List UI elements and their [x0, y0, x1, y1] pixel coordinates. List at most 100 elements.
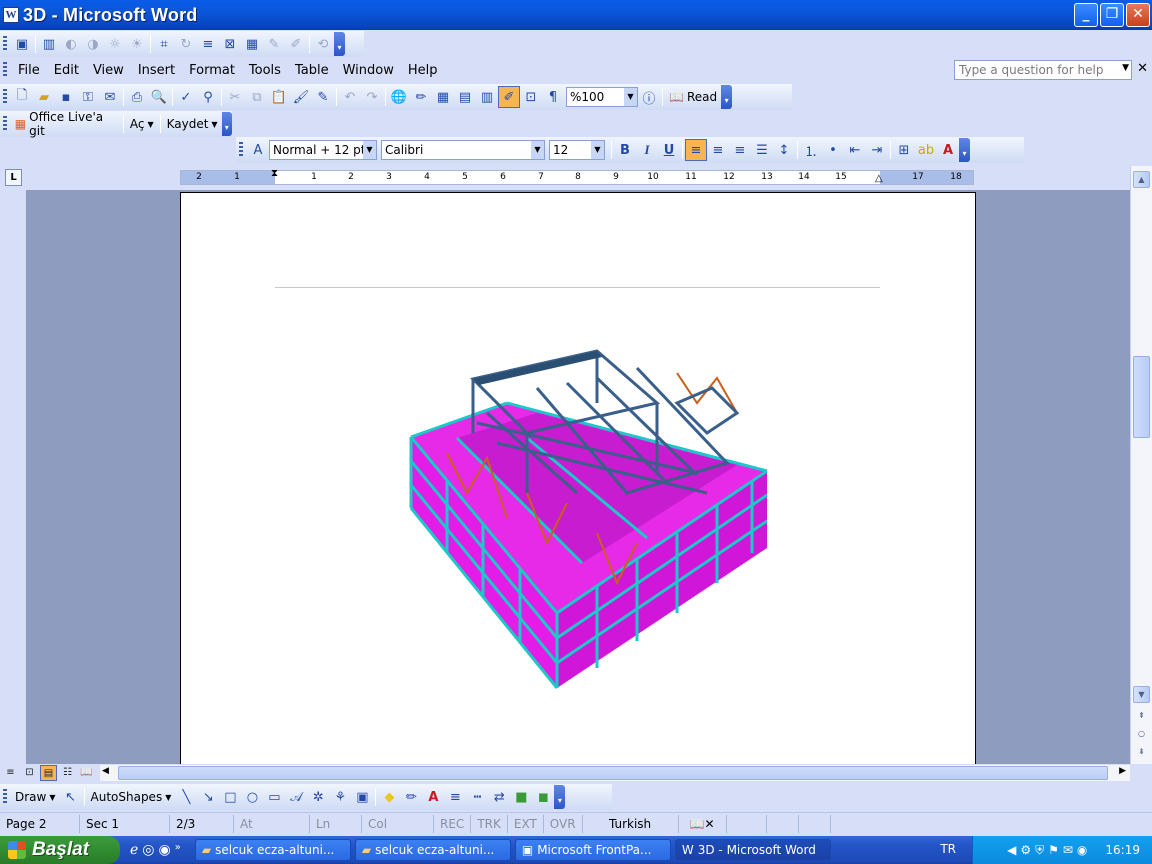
help-search-input[interactable]: Type a question for help ▼	[954, 60, 1132, 80]
format-picture-icon[interactable]: ✎	[263, 33, 285, 55]
language-indicator[interactable]: TR	[940, 842, 956, 856]
outline-view-icon[interactable]: ☷	[59, 765, 76, 781]
reset-picture-icon[interactable]: ⟲	[312, 33, 334, 55]
insert-excel-icon[interactable]: ▤	[454, 86, 476, 108]
toolbar-grip[interactable]	[239, 142, 243, 158]
autoshapes-menu-button[interactable]: AutoShapes ▼	[87, 786, 176, 808]
contrast-less-icon[interactable]: ◑	[82, 33, 104, 55]
scroll-left-button[interactable]: ◀	[102, 766, 109, 776]
italic-button[interactable]: I	[636, 139, 658, 161]
menu-tools[interactable]: Tools	[242, 63, 288, 78]
scroll-right-button[interactable]: ▶	[1119, 766, 1126, 776]
indent-marker-icon[interactable]: ⧗	[271, 168, 278, 179]
close-button[interactable]: ✕	[1126, 3, 1150, 27]
save-menu-button[interactable]: Kaydet ▼	[163, 113, 222, 135]
email-icon[interactable]: ✉	[99, 86, 121, 108]
taskbar-word[interactable]: W 3D - Microsoft Word	[674, 839, 831, 861]
borders-icon[interactable]: ⊞	[893, 139, 915, 161]
chevron-down-icon[interactable]: ▼	[591, 141, 604, 159]
web-layout-icon[interactable]: ⊡	[21, 765, 38, 781]
menu-format[interactable]: Format	[182, 63, 242, 78]
right-indent-marker-icon[interactable]: △	[875, 173, 883, 184]
3d-style-icon[interactable]: ◼	[532, 786, 554, 808]
document-map-icon[interactable]: ⊡	[520, 86, 542, 108]
insert-picture-icon[interactable]: ▣	[351, 786, 373, 808]
brightness-less-icon[interactable]: ☀	[126, 33, 148, 55]
tab-selector[interactable]: L	[5, 169, 22, 186]
chevron-down-icon[interactable]: ▼	[1122, 63, 1129, 73]
toolbar-options-chevron[interactable]: ▾	[221, 112, 232, 136]
ruler-scale[interactable]: 2 1 1 2 3 4 5 6 7 8 9 10 11 12 13 14 15 …	[180, 168, 974, 185]
set-transparent-icon[interactable]: ✐	[285, 33, 307, 55]
menu-table[interactable]: Table	[288, 63, 336, 78]
columns-icon[interactable]: ▥	[476, 86, 498, 108]
cut-icon[interactable]: ✂	[224, 86, 246, 108]
style-select[interactable]: Normal + 12 pt ▼	[269, 140, 377, 160]
taskbar-folder-2[interactable]: ▰ selcuk ecza-altuni...	[354, 839, 511, 861]
quick-launch-more-icon[interactable]: »	[175, 842, 181, 858]
bold-button[interactable]: B	[614, 139, 636, 161]
format-painter-icon[interactable]: 🖌	[290, 86, 312, 108]
wordart-icon[interactable]: 𝒜	[285, 786, 307, 808]
justify-icon[interactable]: ☰	[751, 139, 773, 161]
start-button[interactable]: Başlat	[0, 836, 120, 864]
show-hide-icon[interactable]: ¶	[542, 86, 564, 108]
horizontal-scrollbar[interactable]: ◀ ▶	[100, 765, 1130, 781]
underline-button[interactable]: U	[658, 139, 680, 161]
office-live-button[interactable]: ▦ Office Live'a git	[11, 110, 121, 138]
font-size-select[interactable]: 12 ▼	[549, 140, 605, 160]
taskbar-folder-1[interactable]: ▰ selcuk ecza-altuni...	[194, 839, 351, 861]
line-color-icon[interactable]: ✏	[400, 786, 422, 808]
restore-button[interactable]: ❐	[1100, 3, 1124, 27]
word-app-icon[interactable]: W	[3, 7, 19, 23]
menu-edit[interactable]: Edit	[47, 63, 86, 78]
arrow-style-icon[interactable]: ⇄	[488, 786, 510, 808]
align-left-icon[interactable]: ≡	[685, 139, 707, 161]
text-wrapping-icon[interactable]: ▦	[241, 33, 263, 55]
spelling-icon[interactable]: ✓	[175, 86, 197, 108]
font-select[interactable]: Calibri ▼	[381, 140, 545, 160]
3d-structural-model-image[interactable]	[407, 343, 777, 698]
toolbar-options-chevron[interactable]: ▾	[721, 85, 733, 109]
menu-file[interactable]: File	[11, 63, 47, 78]
rectangle-icon[interactable]: □	[219, 786, 241, 808]
help-icon[interactable]: ⓘ	[638, 86, 660, 108]
line-style-icon[interactable]: ≡	[444, 786, 466, 808]
menu-grip[interactable]	[3, 62, 7, 78]
zoom-select[interactable]: %100 ▼	[566, 87, 638, 107]
shadow-style-icon[interactable]: ■	[510, 786, 532, 808]
toolbar-grip[interactable]	[3, 89, 7, 105]
contrast-more-icon[interactable]: ◐	[60, 33, 82, 55]
menu-window[interactable]: Window	[336, 63, 401, 78]
browse-object-icon[interactable]: ○	[1133, 726, 1150, 743]
internet-explorer-icon[interactable]: ℯ	[130, 842, 138, 858]
permission-icon[interactable]: ⚿	[77, 86, 99, 108]
hyperlink-icon[interactable]: 🌐	[388, 86, 410, 108]
align-right-icon[interactable]: ≡	[729, 139, 751, 161]
dash-style-icon[interactable]: ┅	[466, 786, 488, 808]
fill-color-icon[interactable]: ◆	[378, 786, 400, 808]
normal-view-icon[interactable]: ≡	[2, 765, 19, 781]
arrow-icon[interactable]: ↘	[197, 786, 219, 808]
line-style-icon[interactable]: ≡	[197, 33, 219, 55]
insert-table-icon[interactable]: ▦	[432, 86, 454, 108]
media-player-icon[interactable]: ◉	[159, 842, 171, 858]
toolbar-options-chevron[interactable]: ▾	[334, 32, 345, 56]
highlight-icon[interactable]: ab	[915, 139, 937, 161]
outlook-icon[interactable]: ◎	[142, 842, 154, 858]
document-page[interactable]	[180, 192, 976, 764]
reading-layout-icon[interactable]: 📖	[78, 765, 95, 781]
font-color-icon[interactable]: A	[422, 786, 444, 808]
font-color-icon[interactable]: A	[937, 139, 959, 161]
research-icon[interactable]: ⚲	[197, 86, 219, 108]
print-preview-icon[interactable]: 🔍	[148, 86, 170, 108]
rotate-icon[interactable]: ↻	[175, 33, 197, 55]
brightness-more-icon[interactable]: ☼	[104, 33, 126, 55]
line-spacing-icon[interactable]: ↕	[773, 139, 795, 161]
text-box-icon[interactable]: ▭	[263, 786, 285, 808]
menu-help[interactable]: Help	[401, 63, 445, 78]
tray-icons[interactable]: ◀⚙⛨⚑✉◉	[1007, 843, 1091, 858]
previous-page-icon[interactable]: ⇞	[1133, 708, 1150, 725]
status-ovr[interactable]: OVR	[544, 814, 583, 833]
spelling-status-icon[interactable]: 📖✕	[679, 814, 727, 833]
